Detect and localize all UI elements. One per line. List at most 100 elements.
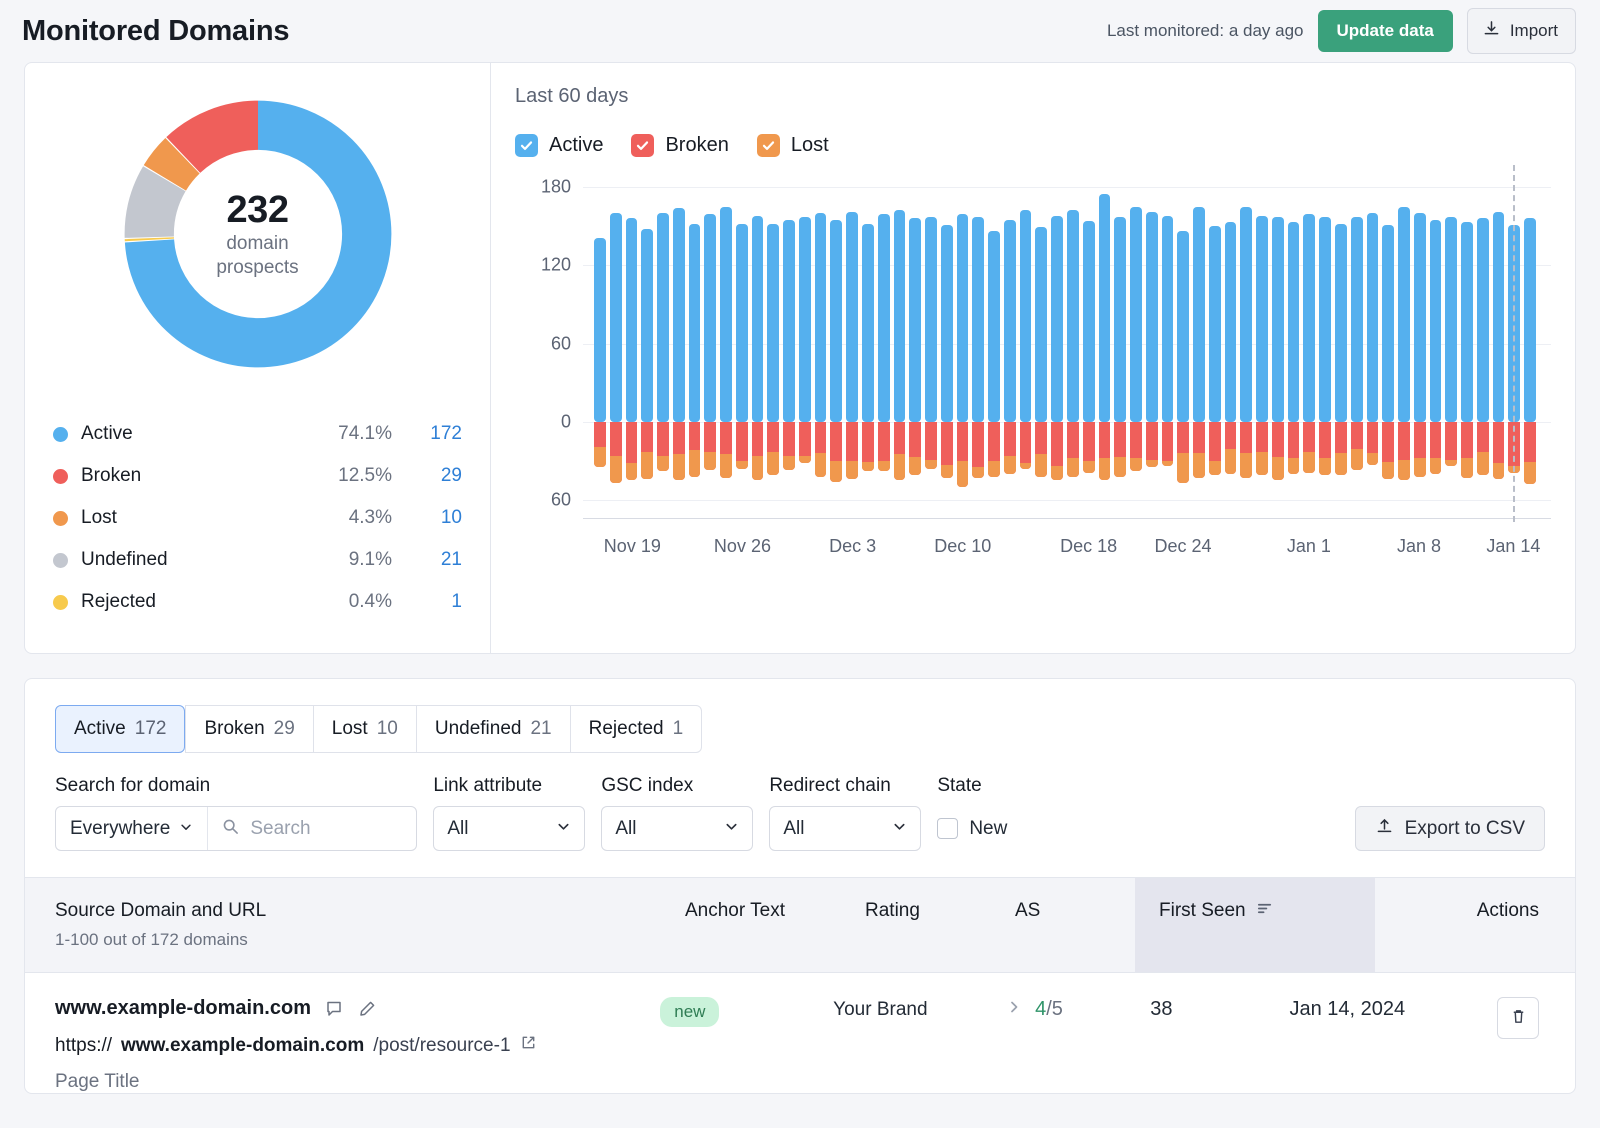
checkbox-lost[interactable]	[757, 134, 780, 157]
legend-row-undefined[interactable]: Undefined9.1%21	[53, 539, 462, 581]
legend-count[interactable]: 21	[392, 549, 462, 571]
tab-undefined[interactable]: Undefined21	[416, 705, 570, 753]
legend-row-lost[interactable]: Lost4.3%10	[53, 497, 462, 539]
bar-column[interactable]	[1161, 173, 1175, 563]
state-new-checkbox[interactable]	[937, 818, 958, 839]
bar-column[interactable]	[1082, 173, 1096, 563]
chart-legend-item-broken[interactable]: Broken	[631, 134, 728, 157]
checkbox-broken[interactable]	[631, 134, 654, 157]
bar-column[interactable]	[1066, 173, 1080, 563]
bar-column[interactable]	[1287, 173, 1301, 563]
legend-count[interactable]: 172	[392, 423, 462, 445]
bar-column[interactable]	[766, 173, 780, 563]
import-button[interactable]: Import	[1467, 8, 1576, 54]
bar-column[interactable]	[1366, 173, 1380, 563]
bar-column[interactable]	[1523, 173, 1537, 563]
gsc-index-select[interactable]: All	[601, 806, 753, 851]
bar-column[interactable]	[1381, 173, 1395, 563]
bar-column[interactable]	[1192, 173, 1206, 563]
bar-segment-active	[1130, 207, 1142, 422]
bar-column[interactable]	[1413, 173, 1427, 563]
bar-column[interactable]	[1003, 173, 1017, 563]
bar-column[interactable]	[956, 173, 970, 563]
bar-column[interactable]	[719, 173, 733, 563]
bar-column[interactable]	[829, 173, 843, 563]
bar-column[interactable]	[924, 173, 938, 563]
bar-column[interactable]	[908, 173, 922, 563]
legend-count[interactable]: 10	[392, 507, 462, 529]
bar-column[interactable]	[877, 173, 891, 563]
bar-column[interactable]	[1050, 173, 1064, 563]
bar-segment-active	[830, 220, 842, 422]
bar-column[interactable]	[1350, 173, 1364, 563]
bar-column[interactable]	[656, 173, 670, 563]
bar-column[interactable]	[672, 173, 686, 563]
comment-icon[interactable]	[324, 999, 344, 1019]
source-url[interactable]: https://www.example-domain.com/post/reso…	[55, 1034, 660, 1057]
bar-column[interactable]	[1098, 173, 1112, 563]
bar-column[interactable]	[688, 173, 702, 563]
bar-column[interactable]	[751, 173, 765, 563]
bar-column[interactable]	[1444, 173, 1458, 563]
bar-column[interactable]	[971, 173, 985, 563]
domain-line: www.example-domain.com	[55, 997, 660, 1020]
bar-column[interactable]	[1397, 173, 1411, 563]
bar-column[interactable]	[1460, 173, 1474, 563]
bar-column[interactable]	[1429, 173, 1443, 563]
tab-lost[interactable]: Lost10	[313, 705, 416, 753]
legend-count[interactable]: 29	[392, 465, 462, 487]
redirect-chain-select[interactable]: All	[769, 806, 921, 851]
bar-column[interactable]	[1492, 173, 1506, 563]
bar-column[interactable]	[798, 173, 812, 563]
bar-column[interactable]	[1271, 173, 1285, 563]
bar-column[interactable]	[861, 173, 875, 563]
bar-column[interactable]	[640, 173, 654, 563]
bar-column[interactable]	[1019, 173, 1033, 563]
bar-column[interactable]	[1034, 173, 1048, 563]
bar-column[interactable]	[1334, 173, 1348, 563]
bar-column[interactable]	[1129, 173, 1143, 563]
bar-column[interactable]	[1176, 173, 1190, 563]
bar-column[interactable]	[987, 173, 1001, 563]
bar-segment-lost	[1288, 458, 1300, 474]
bar-column[interactable]	[1318, 173, 1332, 563]
bar-column[interactable]	[1145, 173, 1159, 563]
delete-button[interactable]	[1497, 997, 1539, 1039]
bar-column[interactable]	[940, 173, 954, 563]
legend-row-active[interactable]: Active74.1%172	[53, 413, 462, 455]
checkbox-active[interactable]	[515, 134, 538, 157]
bar-column[interactable]	[593, 173, 607, 563]
bar-column[interactable]	[1208, 173, 1222, 563]
tab-active[interactable]: Active172	[55, 705, 185, 753]
update-data-button[interactable]: Update data	[1318, 10, 1453, 52]
bar-column[interactable]	[1302, 173, 1316, 563]
chart-legend-item-lost[interactable]: Lost	[757, 134, 829, 157]
bar-column[interactable]	[625, 173, 639, 563]
edit-pencil-icon[interactable]	[357, 999, 377, 1019]
legend-count[interactable]: 1	[392, 591, 462, 613]
bar-column[interactable]	[1224, 173, 1238, 563]
bar-column[interactable]	[893, 173, 907, 563]
chart-legend-item-active[interactable]: Active	[515, 134, 603, 157]
column-first-seen[interactable]: First Seen	[1135, 878, 1375, 972]
bar-column[interactable]	[845, 173, 859, 563]
export-to-csv-button[interactable]: Export to CSV	[1355, 806, 1545, 851]
tab-rejected[interactable]: Rejected1	[570, 705, 703, 753]
bar-column[interactable]	[609, 173, 623, 563]
tab-broken[interactable]: Broken29	[185, 705, 312, 753]
external-link-icon[interactable]	[520, 1034, 537, 1057]
legend-row-rejected[interactable]: Rejected0.4%1	[53, 581, 462, 623]
chevron-right-icon[interactable]	[1006, 998, 1022, 1021]
link-attribute-select[interactable]: All	[433, 806, 585, 851]
legend-row-broken[interactable]: Broken12.5%29	[53, 455, 462, 497]
bar-column[interactable]	[1255, 173, 1269, 563]
bar-column[interactable]	[782, 173, 796, 563]
bar-column[interactable]	[1476, 173, 1490, 563]
bar-column[interactable]	[703, 173, 717, 563]
bar-column[interactable]	[735, 173, 749, 563]
bar-column[interactable]	[1113, 173, 1127, 563]
bar-column[interactable]	[1239, 173, 1253, 563]
search-scope-select[interactable]: Everywhere	[56, 807, 208, 850]
bar-column[interactable]	[814, 173, 828, 563]
search-input[interactable]	[250, 818, 402, 840]
